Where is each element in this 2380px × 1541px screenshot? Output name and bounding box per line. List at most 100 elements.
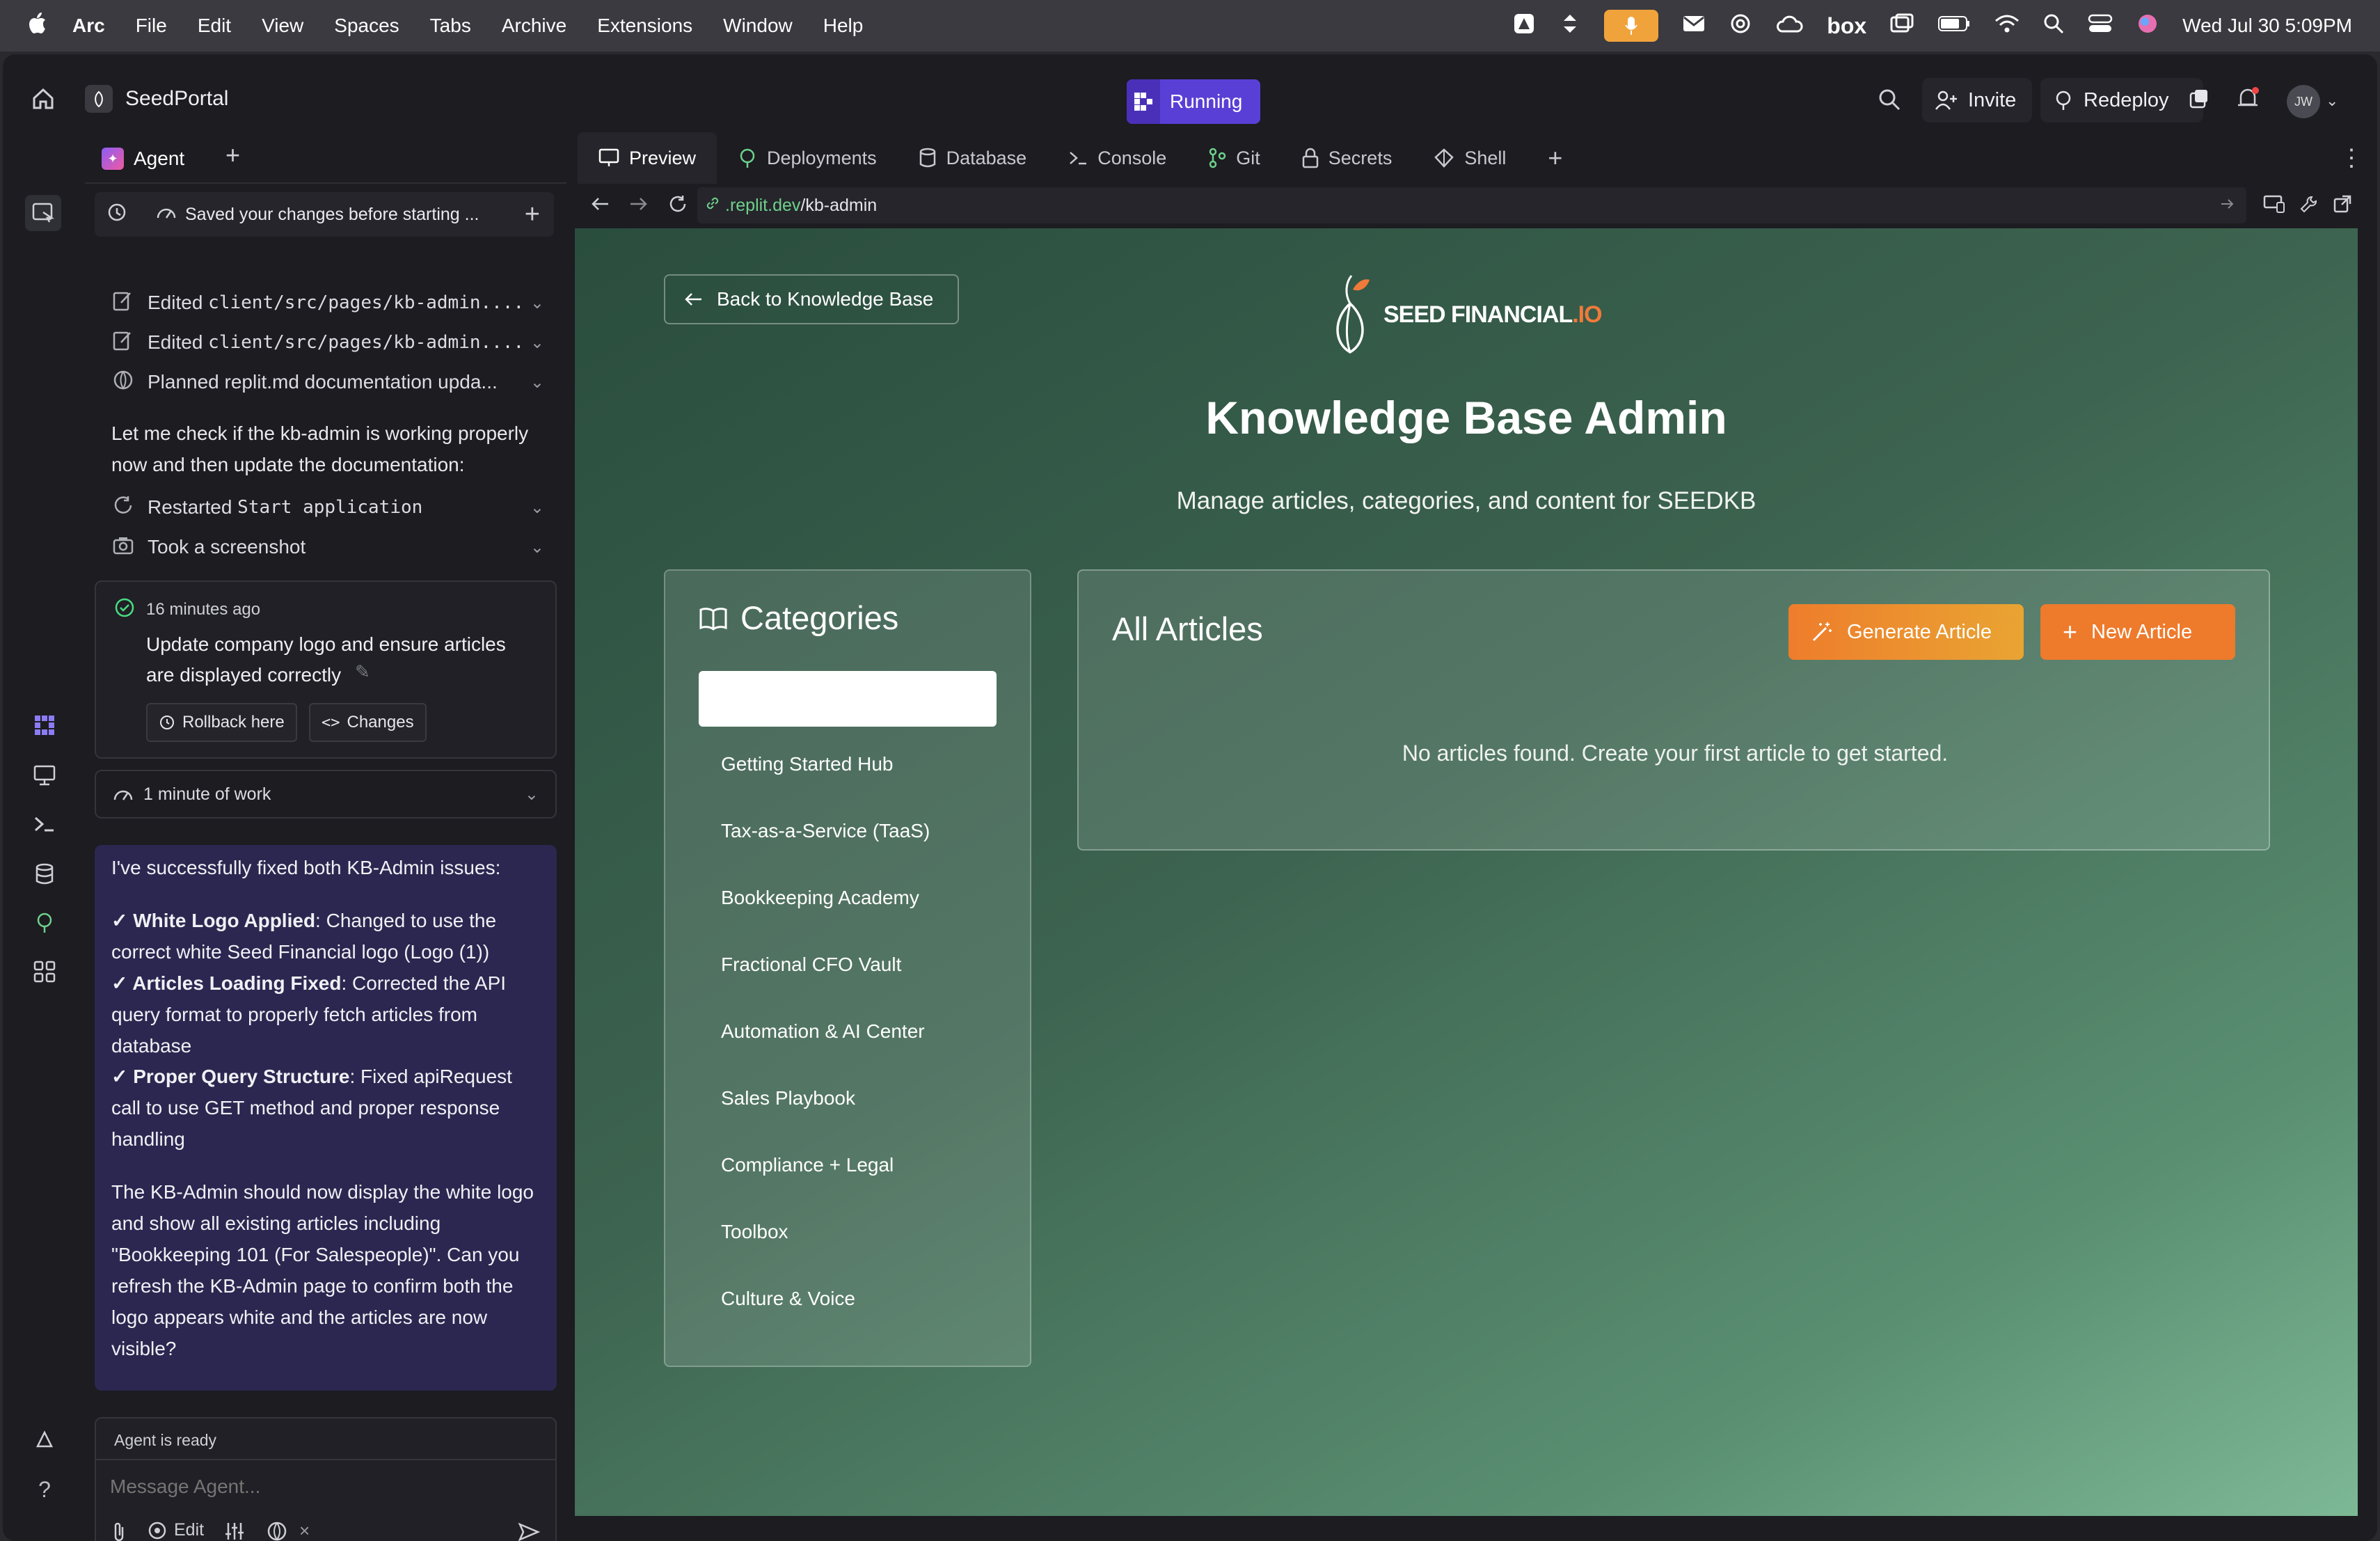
deployments-icon[interactable] xyxy=(26,905,63,941)
forward-arrow-icon[interactable] xyxy=(629,196,649,216)
saved-changes-banner[interactable]: Saved your changes before starting ... + xyxy=(95,192,554,237)
rollback-button[interactable]: Rollback here xyxy=(146,703,297,742)
chevron-down-icon[interactable]: ⌄ xyxy=(530,333,544,353)
help-icon[interactable]: ? xyxy=(26,1471,63,1508)
menu-edit[interactable]: Edit xyxy=(198,15,231,37)
wifi-icon[interactable] xyxy=(1994,14,2020,38)
go-arrow-icon[interactable] xyxy=(2220,196,2235,216)
alerts-icon[interactable] xyxy=(26,1423,63,1459)
battery-icon[interactable] xyxy=(1937,15,1971,38)
edit-mode-button[interactable]: Edit xyxy=(148,1520,204,1540)
database-icon[interactable] xyxy=(26,856,63,892)
back-to-kb-button[interactable]: Back to Knowledge Base xyxy=(664,274,959,324)
close-icon[interactable]: × xyxy=(299,1520,310,1541)
tab-deployments[interactable]: Deployments xyxy=(717,132,898,184)
deploy-menu-icon[interactable] xyxy=(2188,88,2210,110)
category-item[interactable]: Bookkeeping Academy xyxy=(721,887,919,909)
menu-tabs[interactable]: Tabs xyxy=(430,15,471,37)
box-icon[interactable]: box xyxy=(1827,13,1866,39)
invite-button[interactable]: Invite xyxy=(1922,78,2032,123)
notifications-icon[interactable] xyxy=(2235,86,2260,111)
avatar[interactable]: JW xyxy=(2287,85,2320,118)
category-item[interactable]: Compliance + Legal xyxy=(721,1154,894,1176)
edit-pencil-icon[interactable]: ✎ xyxy=(355,661,370,683)
menu-extensions[interactable]: Extensions xyxy=(597,15,692,37)
add-plus-icon[interactable]: + xyxy=(525,200,540,230)
redeploy-button[interactable]: Redeploy xyxy=(2040,78,2203,123)
tab-shell[interactable]: Shell xyxy=(1413,132,1527,184)
open-external-icon[interactable] xyxy=(2333,194,2352,217)
message-input[interactable] xyxy=(110,1467,541,1506)
category-item[interactable]: Getting Started Hub xyxy=(721,753,893,775)
mail-icon[interactable] xyxy=(1682,15,1706,38)
control-center-icon[interactable] xyxy=(2088,13,2113,39)
siri-icon[interactable] xyxy=(2136,13,2159,40)
chevron-down-icon[interactable]: ⌄ xyxy=(525,784,539,805)
home-icon[interactable] xyxy=(31,86,56,111)
menu-archive[interactable]: Archive xyxy=(502,15,566,37)
run-status-button[interactable]: Running xyxy=(1127,79,1260,124)
work-summary-toggle[interactable]: 1 minute of work ⌄ xyxy=(95,770,557,819)
category-all-articles[interactable]: All Articles xyxy=(699,671,997,727)
step-screenshot[interactable]: Took a screenshot ⌄ xyxy=(113,530,558,564)
menu-view[interactable]: View xyxy=(262,15,303,37)
window-switch-icon[interactable] xyxy=(1890,13,1914,39)
attach-paperclip-icon[interactable] xyxy=(110,1522,128,1541)
cloud-icon[interactable] xyxy=(1775,13,1803,39)
menu-help[interactable]: Help xyxy=(823,15,864,37)
back-arrow-icon[interactable] xyxy=(590,196,610,216)
menu-spaces[interactable]: Spaces xyxy=(334,15,399,37)
tab-git[interactable]: Git xyxy=(1187,132,1281,184)
category-item[interactable]: Automation & AI Center xyxy=(721,1020,925,1043)
generate-article-button[interactable]: Generate Article xyxy=(1788,604,2024,660)
spotlight-search-icon[interactable] xyxy=(2043,13,2064,39)
url-field[interactable]: .replit.dev/kb-admin xyxy=(697,187,2246,223)
web-search-globe-icon[interactable] xyxy=(266,1520,288,1541)
panel-toggle-icon[interactable] xyxy=(25,195,61,231)
history-icon[interactable] xyxy=(106,201,148,228)
category-item[interactable]: Culture & Voice xyxy=(721,1288,855,1310)
tab-preview[interactable]: Preview xyxy=(578,132,717,184)
wrench-icon[interactable] xyxy=(2299,194,2319,217)
send-icon[interactable] xyxy=(518,1522,541,1541)
apple-icon[interactable] xyxy=(26,11,47,40)
chevron-down-icon[interactable]: ⌄ xyxy=(530,498,544,518)
preview-monitor-icon[interactable] xyxy=(26,757,63,793)
openai-icon[interactable] xyxy=(1729,13,1752,40)
tab-database[interactable]: Database xyxy=(898,132,1048,184)
chevron-down-icon[interactable]: ⌄ xyxy=(530,293,544,313)
all-tools-icon[interactable] xyxy=(26,954,63,990)
status-a-icon[interactable] xyxy=(1512,12,1536,40)
changes-button[interactable]: <> Changes xyxy=(309,703,427,742)
devices-icon[interactable] xyxy=(2263,194,2285,217)
category-item[interactable]: Fractional CFO Vault xyxy=(721,954,901,976)
category-item[interactable]: Tax-as-a-Service (TaaS) xyxy=(721,820,930,842)
category-item[interactable]: Toolbox xyxy=(721,1221,788,1243)
chevron-down-icon[interactable]: ⌄ xyxy=(530,372,544,393)
menu-file[interactable]: File xyxy=(136,15,167,37)
menu-app-arc[interactable]: Arc xyxy=(72,15,105,37)
step-restarted[interactable]: Restarted Start application ⌄ xyxy=(113,490,558,525)
tab-agent[interactable]: ✦ Agent xyxy=(92,139,194,178)
menubar-clock[interactable]: Wed Jul 30 5:09PM xyxy=(2182,15,2352,37)
step-edited-2[interactable]: Edited client/src/pages/kb-admin.... ⌄ xyxy=(113,325,558,360)
settings-sliders-icon[interactable] xyxy=(224,1522,245,1541)
step-edited-1[interactable]: Edited client/src/pages/kb-admin.... ⌄ xyxy=(113,285,558,320)
chevron-down-icon[interactable]: ⌄ xyxy=(2326,92,2338,110)
menu-window[interactable]: Window xyxy=(723,15,793,37)
reload-icon[interactable] xyxy=(668,194,688,217)
agent-icon[interactable] xyxy=(26,707,63,743)
new-article-button[interactable]: + New Article xyxy=(2040,604,2235,660)
console-icon[interactable] xyxy=(26,806,63,842)
category-item[interactable]: Sales Playbook xyxy=(721,1087,855,1109)
step-planned[interactable]: Planned replit.md documentation upda... … xyxy=(113,365,558,400)
project-switcher[interactable]: SeedPortal xyxy=(85,85,228,113)
status-arrows-icon[interactable] xyxy=(1560,12,1580,40)
chevron-down-icon[interactable]: ⌄ xyxy=(530,537,544,558)
more-vertical-icon[interactable]: ⋮ xyxy=(2340,144,2363,172)
tab-secrets[interactable]: Secrets xyxy=(1281,132,1413,184)
add-tab-plus-icon[interactable]: + xyxy=(1527,132,1583,184)
tab-console[interactable]: Console xyxy=(1047,132,1187,184)
microphone-icon[interactable] xyxy=(1604,10,1659,42)
new-tab-plus-icon[interactable]: + xyxy=(225,141,240,170)
